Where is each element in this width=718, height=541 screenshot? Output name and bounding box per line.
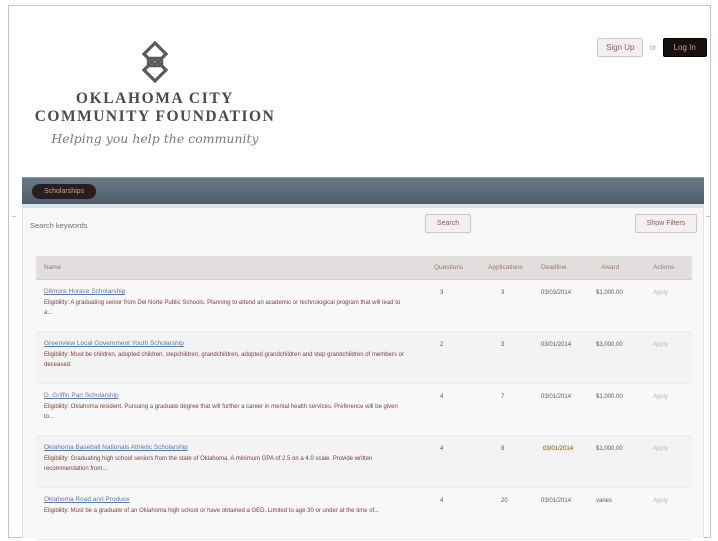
column-header-applications[interactable]: Applications: [488, 264, 523, 271]
foundation-emblem-icon: [141, 40, 169, 84]
column-header-deadline[interactable]: Deadline: [541, 264, 567, 271]
brand-name-line1: OKLAHOMA CITY: [75, 90, 235, 107]
column-header-actions: Actions: [653, 264, 675, 271]
applications-count: 3: [501, 342, 505, 348]
apply-button[interactable]: Apply: [653, 342, 668, 348]
signup-button[interactable]: Sign Up: [597, 38, 644, 57]
award-amount: $1,000.00: [596, 394, 623, 400]
right-divider-tick: [706, 216, 710, 217]
nav-bar: Scholarships: [22, 177, 704, 204]
search-button[interactable]: Search: [425, 214, 471, 233]
deadline-date: 03/01/2014: [541, 498, 572, 504]
award-amount: $3,000.00: [596, 342, 623, 348]
award-amount: varies: [596, 498, 613, 504]
table-row: D. Griffin Pan Scholarship Eligibility: …: [36, 384, 692, 436]
award-amount: $1,000.00: [596, 446, 623, 452]
questions-count: 2: [440, 342, 444, 348]
brand-tagline: Helping you help the community: [51, 131, 259, 146]
apply-button[interactable]: Apply: [653, 498, 668, 504]
applications-count: 8: [501, 446, 505, 452]
column-header-questions[interactable]: Questions: [434, 264, 463, 271]
brand-logo[interactable]: OKLAHOMA CITY COMMUNITY FOUNDATION Helpi…: [20, 40, 290, 155]
table-row: Oklahoma Baseball Nationals Athletic Sch…: [36, 436, 692, 488]
scholarship-title-link[interactable]: Oklahoma Baseball Nationals Athletic Sch…: [44, 444, 188, 451]
table-header: Name Questions Applications Deadline Awa…: [36, 256, 692, 280]
scholarship-title-link[interactable]: Oklahoma Road and Produce: [44, 496, 130, 503]
questions-count: 4: [440, 394, 444, 400]
nav-pill-scholarships[interactable]: Scholarships: [32, 184, 96, 199]
scholarship-title-link[interactable]: Greenview Local Government Youth Scholar…: [44, 340, 184, 347]
applications-count: 3: [501, 290, 505, 296]
applications-count: 20: [501, 498, 508, 504]
column-header-name[interactable]: Name: [44, 264, 61, 271]
scholarship-description: Eligibility: A graduating senior from De…: [44, 300, 401, 316]
scholarship-description: Eligibility: Must be children, adopted c…: [44, 352, 404, 368]
left-divider-tick: [12, 216, 16, 217]
table-row: Oklahoma Road and Produce Eligibility: M…: [36, 488, 692, 540]
deadline-date: 03/01/2014: [541, 446, 576, 452]
scholarship-description: Eligibility: Oklahoma resident. Pursuing…: [44, 404, 398, 420]
brand-name-line2: COMMUNITY FOUNDATION: [34, 108, 276, 125]
questions-count: 4: [440, 498, 444, 504]
questions-count: 3: [440, 290, 444, 296]
award-amount: $1,000.00: [596, 290, 623, 296]
auth-separator: or: [649, 43, 657, 52]
table-row: Greenview Local Government Youth Scholar…: [36, 332, 692, 384]
search-input[interactable]: [30, 215, 410, 235]
scholarship-panel: Search Show Filters Name Questions Appli…: [22, 208, 705, 540]
scholarship-title-link[interactable]: Ditmore Horace Scholarship: [44, 288, 125, 295]
column-header-award[interactable]: Award: [601, 264, 619, 271]
search-row: Search Show Filters: [23, 208, 705, 242]
table-row: Ditmore Horace Scholarship Eligibility: …: [36, 280, 692, 332]
scholarship-title-link[interactable]: D. Griffin Pan Scholarship: [44, 392, 119, 399]
questions-count: 4: [440, 446, 444, 452]
deadline-date: 03/03/2014: [541, 290, 572, 296]
scholarship-description: Eligibility: Graduating high school seni…: [44, 456, 373, 472]
auth-controls: Sign Up or Log In: [597, 38, 707, 57]
show-filters-button[interactable]: Show Filters: [635, 214, 697, 233]
scholarship-description: Eligibility: Must be a graduate of an Ok…: [44, 508, 380, 514]
applications-count: 7: [501, 394, 505, 400]
apply-button[interactable]: Apply: [653, 446, 668, 452]
scholarship-table: Name Questions Applications Deadline Awa…: [36, 256, 692, 540]
apply-button[interactable]: Apply: [653, 290, 668, 296]
apply-button[interactable]: Apply: [653, 394, 668, 400]
deadline-date: 03/01/2014: [541, 342, 572, 348]
login-button[interactable]: Log In: [662, 38, 707, 57]
deadline-date: 03/01/2014: [541, 394, 572, 400]
